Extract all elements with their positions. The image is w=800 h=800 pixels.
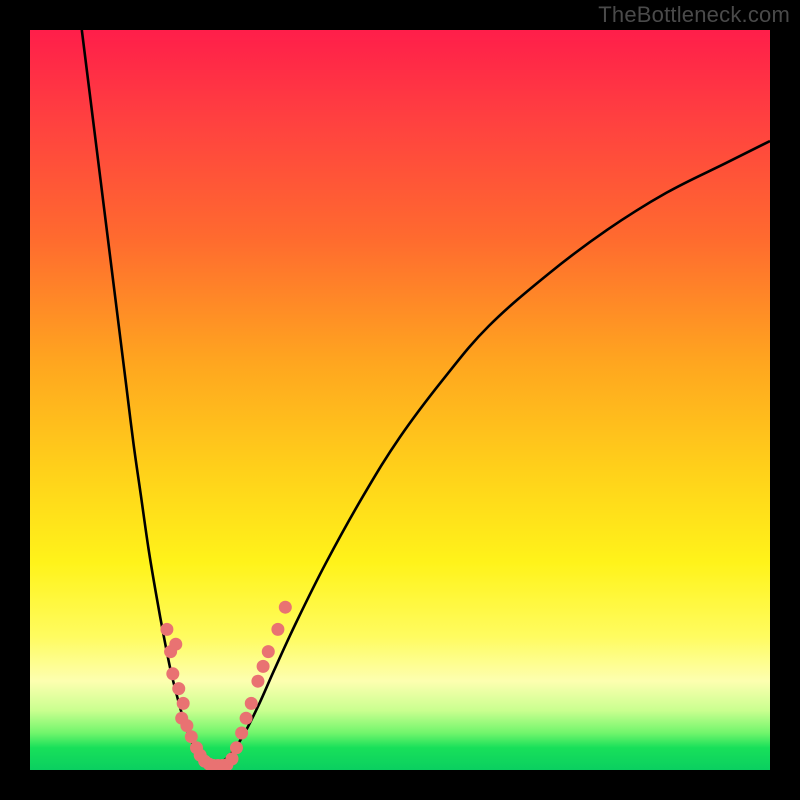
chart-frame: TheBottleneck.com xyxy=(0,0,800,800)
scatter-dot xyxy=(185,730,198,743)
scatter-dot xyxy=(172,682,185,695)
scatter-dot xyxy=(160,623,173,636)
scatter-dot xyxy=(279,601,292,614)
scatter-dot xyxy=(271,623,284,636)
scatter-layer xyxy=(160,601,291,770)
scatter-dot xyxy=(262,645,275,658)
scatter-dot xyxy=(251,675,264,688)
scatter-dot xyxy=(245,697,258,710)
scatter-dot xyxy=(257,660,270,673)
curve-layer xyxy=(82,30,770,766)
scatter-dot xyxy=(180,719,193,732)
scatter-dot xyxy=(226,752,239,765)
scatter-dot xyxy=(166,667,179,680)
plot-area xyxy=(30,30,770,770)
curve-right-curve xyxy=(215,141,770,766)
scatter-dot xyxy=(240,712,253,725)
scatter-dot xyxy=(230,741,243,754)
scatter-dot xyxy=(235,727,248,740)
watermark-text: TheBottleneck.com xyxy=(598,2,790,28)
curve-left-curve xyxy=(82,30,215,766)
scatter-dot xyxy=(177,697,190,710)
scatter-dot xyxy=(169,638,182,651)
chart-svg xyxy=(30,30,770,770)
